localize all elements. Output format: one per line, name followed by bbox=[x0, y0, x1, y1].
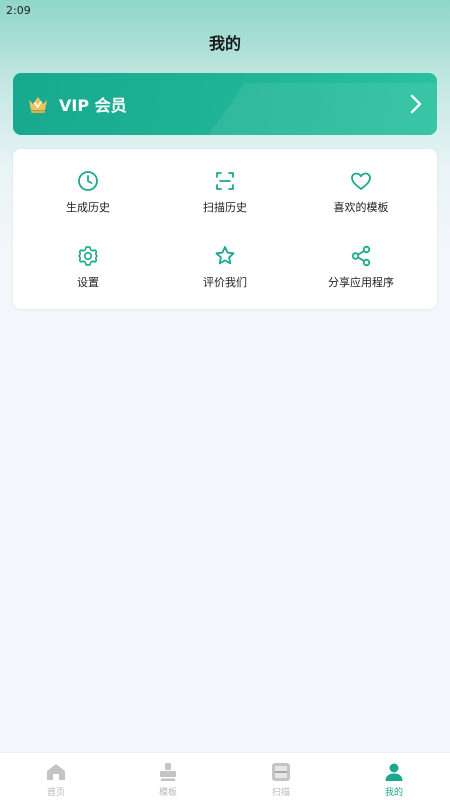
tab-label: 扫描 bbox=[271, 788, 290, 798]
menu-item-liked-templates[interactable]: 喜欢的模板 bbox=[291, 169, 431, 229]
menu-item-label: 评价我们 bbox=[203, 276, 247, 289]
stamp-icon bbox=[160, 763, 176, 781]
menu-item-share-app[interactable]: 分享应用程序 bbox=[291, 244, 431, 304]
menu-card: 生成历史 扫描历史 喜欢的模板 设置 评价我们 分享应用程序 bbox=[13, 149, 437, 309]
page-title: 我的 bbox=[208, 34, 241, 53]
tab-label: 首页 bbox=[46, 788, 65, 798]
tab-mine[interactable]: 我的 bbox=[338, 753, 450, 800]
tab-label: 模板 bbox=[158, 788, 177, 798]
tab-label: 我的 bbox=[384, 788, 403, 798]
bottom-tab-bar: 首页 模板 扫描 我的 bbox=[0, 752, 450, 800]
scan-frame-icon bbox=[216, 172, 234, 190]
vip-card-sheen bbox=[188, 83, 437, 135]
person-icon bbox=[385, 763, 403, 781]
share-icon bbox=[351, 245, 371, 267]
crown-icon bbox=[29, 97, 47, 113]
menu-item-label: 分享应用程序 bbox=[328, 276, 394, 289]
star-icon bbox=[215, 246, 235, 265]
tab-scan[interactable]: 扫描 bbox=[225, 753, 337, 800]
menu-item-label: 设置 bbox=[77, 276, 99, 289]
menu-item-label: 扫描历史 bbox=[203, 201, 247, 214]
tab-home[interactable]: 首页 bbox=[0, 753, 112, 800]
vip-membership-card[interactable]: VIP 会员 bbox=[13, 73, 437, 135]
clock-icon bbox=[78, 171, 98, 191]
status-bar: 2:09 bbox=[0, 0, 450, 20]
chevron-right-icon bbox=[410, 94, 422, 114]
menu-item-settings[interactable]: 设置 bbox=[18, 244, 158, 304]
menu-item-rate-us[interactable]: 评价我们 bbox=[155, 244, 295, 304]
status-time: 2:09 bbox=[6, 4, 31, 17]
home-icon bbox=[47, 764, 65, 780]
tab-templates[interactable]: 模板 bbox=[112, 753, 224, 800]
heart-icon bbox=[351, 172, 371, 190]
vip-label: VIP 会员 bbox=[59, 96, 127, 115]
scan-icon bbox=[272, 763, 290, 781]
menu-item-scan-history[interactable]: 扫描历史 bbox=[155, 169, 295, 229]
menu-item-label: 喜欢的模板 bbox=[333, 201, 389, 214]
gear-icon bbox=[78, 246, 98, 266]
menu-item-generate-history[interactable]: 生成历史 bbox=[18, 169, 158, 229]
menu-item-label: 生成历史 bbox=[66, 201, 110, 214]
